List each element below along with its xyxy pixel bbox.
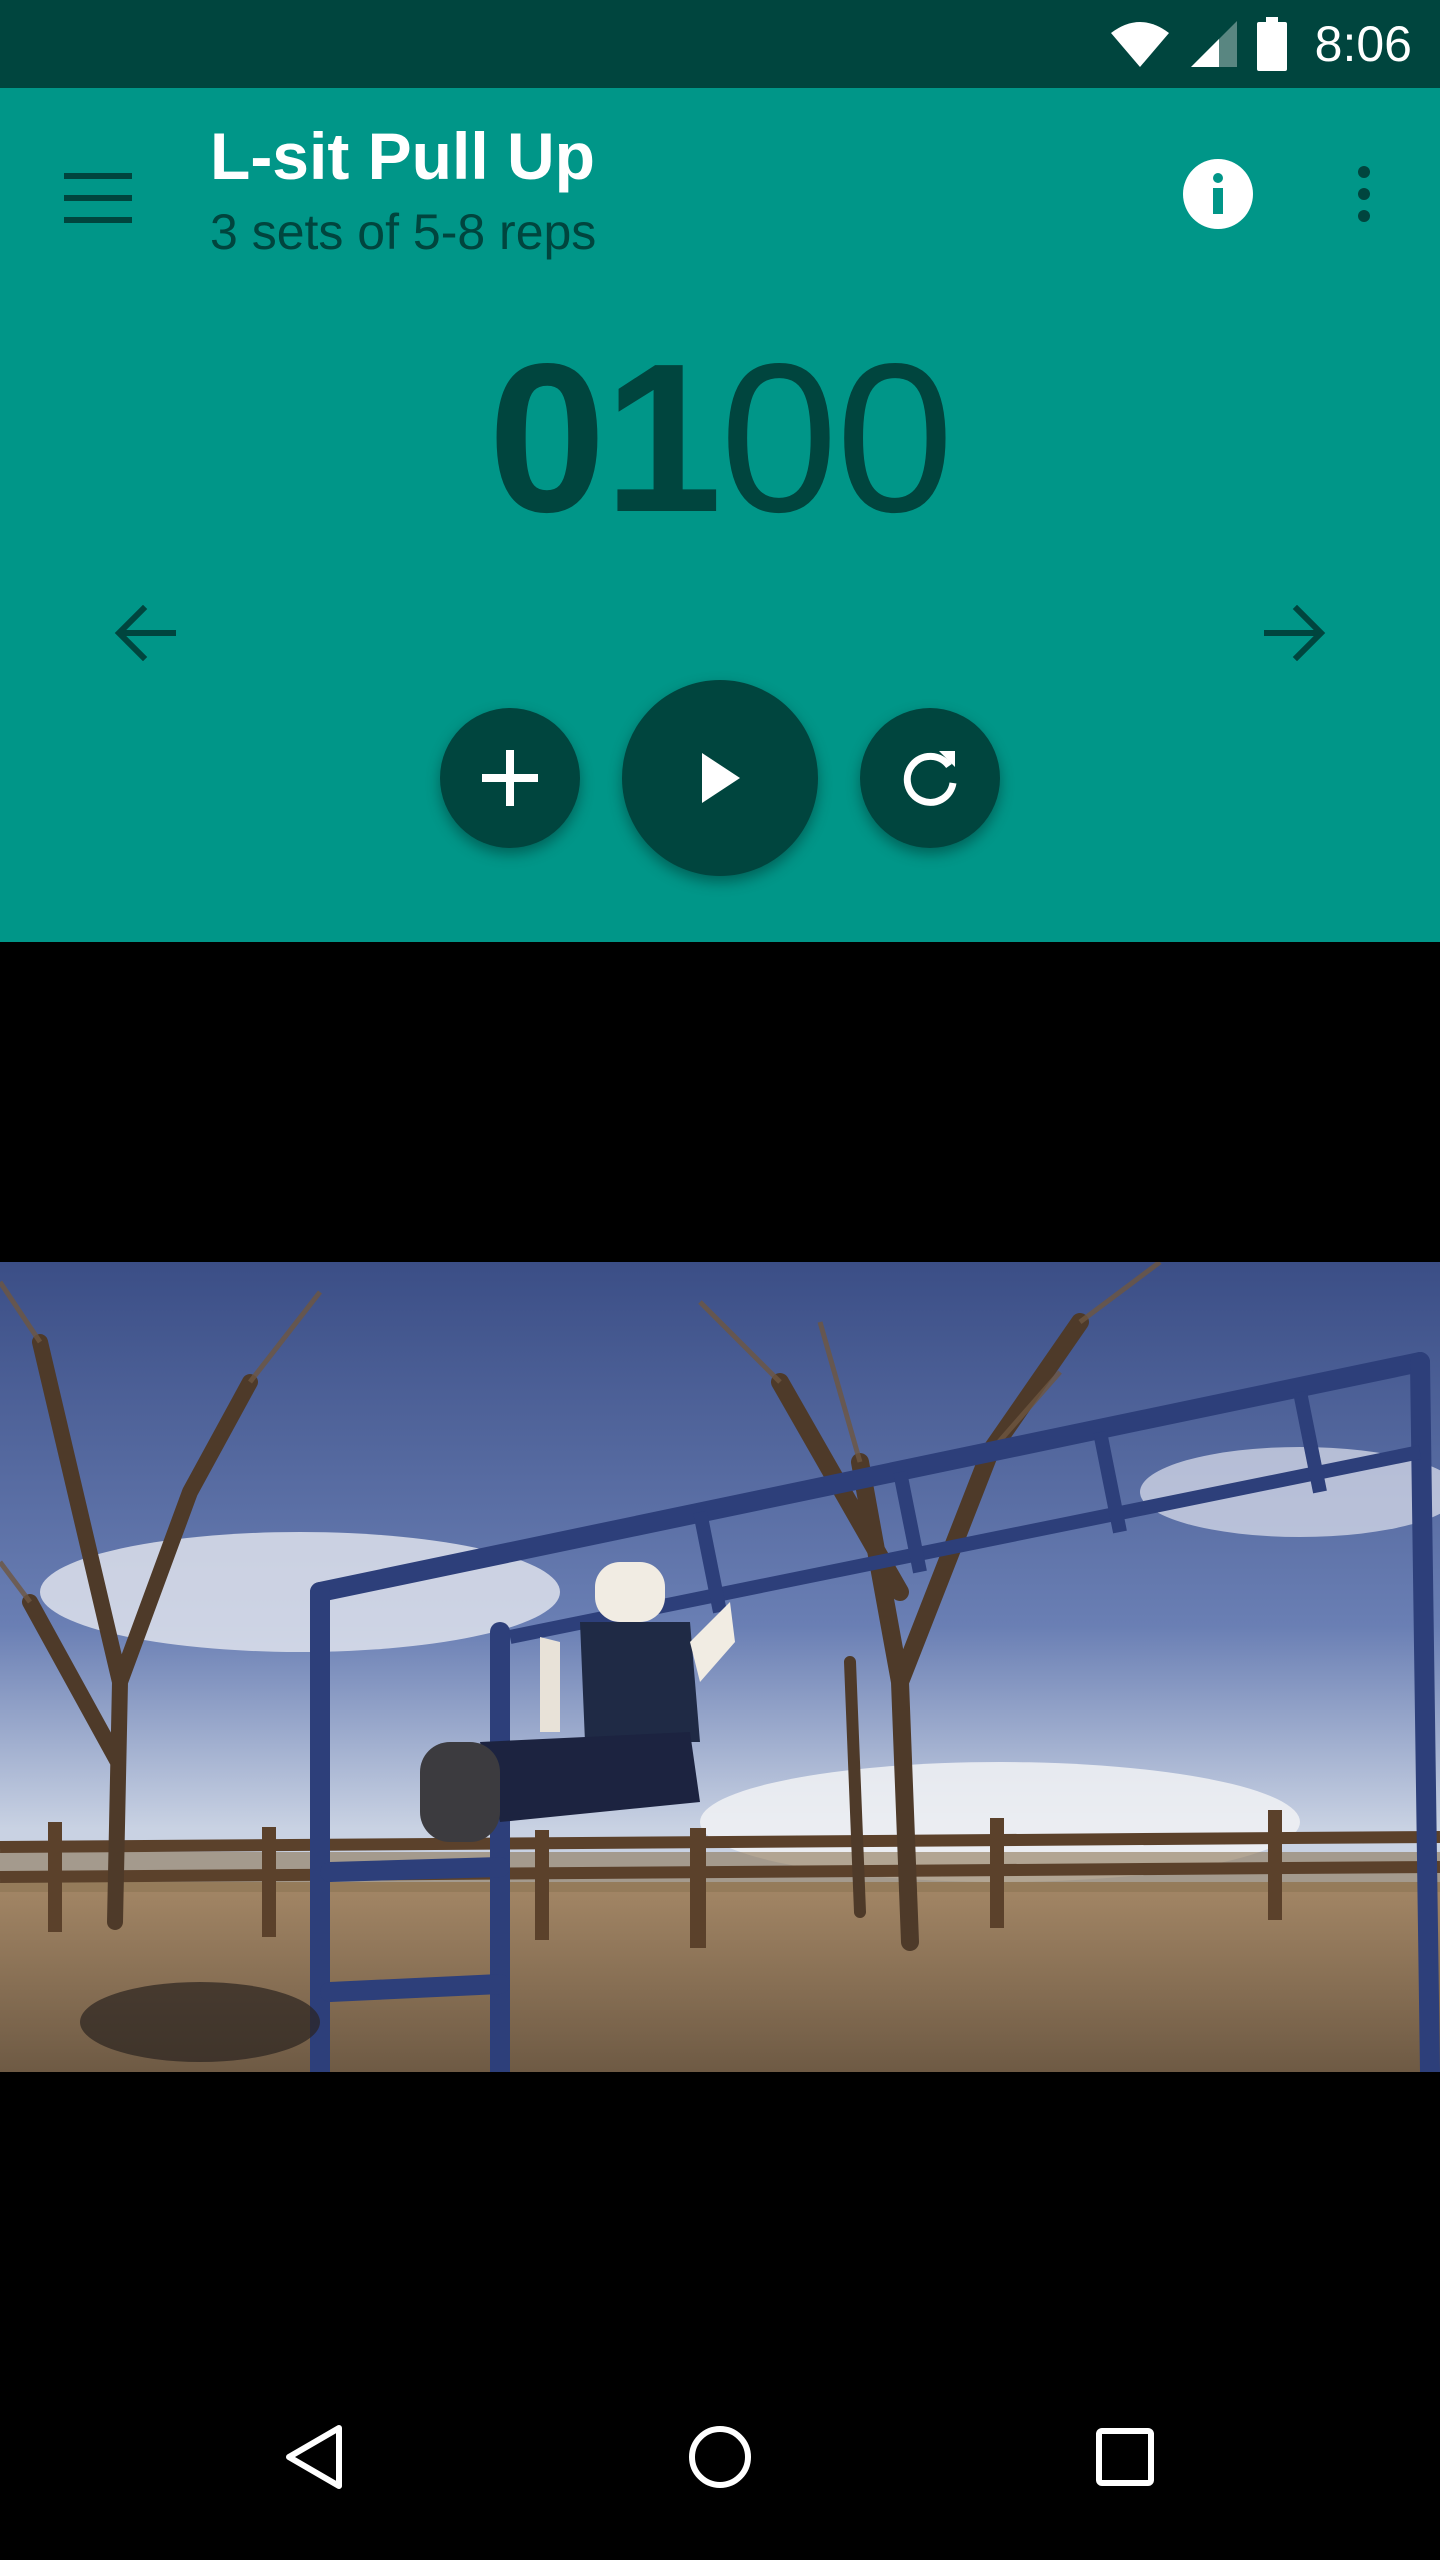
nav-recents-button[interactable] [1070,2402,1180,2512]
arrow-right-icon [1264,605,1326,661]
status-bar: 8:06 [0,0,1440,88]
exercise-demo-illustration [0,1262,1440,2072]
more-vert-icon [1358,166,1370,222]
reset-button[interactable] [860,708,1000,848]
exercise-subtitle: 3 sets of 5-8 reps [210,204,597,260]
info-button[interactable] [1170,146,1266,242]
cell-signal-icon [1190,21,1237,67]
refresh-icon [903,751,957,806]
status-time: 8:06 [1314,16,1412,72]
exercise-title: L-sit Pull Up [210,119,595,193]
nav-back-button[interactable] [258,2402,368,2512]
play-button[interactable] [622,680,818,876]
wifi-icon [1110,22,1169,67]
add-time-button[interactable] [440,708,580,848]
previous-exercise-button[interactable] [90,578,200,688]
menu-icon [64,173,132,223]
menu-button[interactable] [50,150,146,246]
timer-minutes: 01 [488,319,722,556]
next-exercise-button[interactable] [1240,578,1350,688]
home-icon [689,2426,751,2488]
battery-icon [1256,17,1287,71]
play-icon [702,753,740,803]
plus-icon [482,750,538,806]
back-icon [286,2425,342,2489]
recents-icon [1096,2428,1154,2486]
more-options-button[interactable] [1316,146,1412,242]
exercise-demo-image [0,1262,1440,2072]
system-nav-bar [0,2344,1440,2560]
status-icons: 8:06 [1109,0,1412,88]
timer-seconds: 00 [720,319,954,556]
timer-display: 01 00 [0,319,1440,556]
nav-home-button[interactable] [665,2402,775,2512]
info-icon [1183,159,1253,229]
app-bar: L-sit Pull Up 3 sets of 5-8 reps 01 00 [0,88,1440,942]
arrow-left-icon [114,605,176,661]
